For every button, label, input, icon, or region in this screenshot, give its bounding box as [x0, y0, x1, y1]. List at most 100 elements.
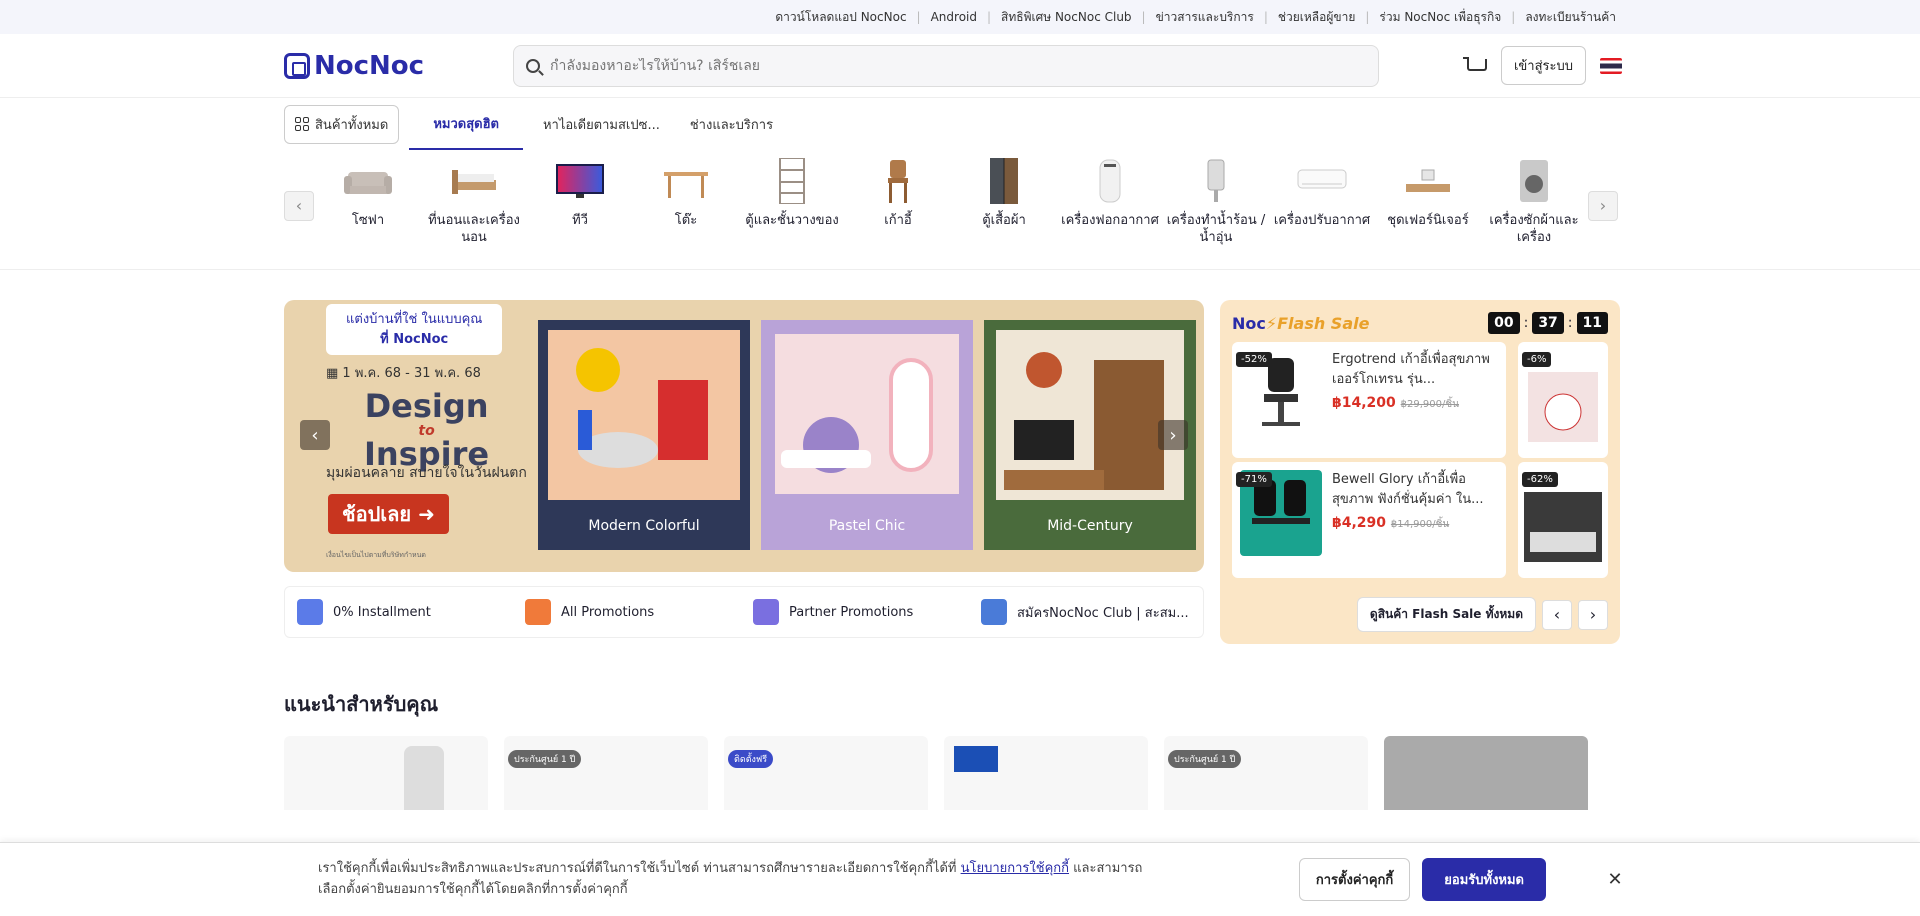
search-input[interactable]	[550, 57, 1366, 74]
banner-next-button[interactable]: ›	[1158, 420, 1188, 450]
flash-next-button[interactable]: ›	[1578, 599, 1608, 630]
promo-all-promotions[interactable]: All Promotions	[519, 593, 741, 631]
promo-partner[interactable]: Partner Promotions	[747, 593, 969, 631]
discount-badge: -71%	[1236, 472, 1272, 487]
chair-icon	[888, 159, 908, 203]
category-label: ทีวี	[572, 212, 588, 228]
flash-sale-item-mini[interactable]: -62%	[1518, 462, 1608, 578]
cookie-settings-button[interactable]: การตั้งค่าคุกกี้	[1298, 858, 1411, 901]
product-card[interactable]	[944, 736, 1148, 810]
discount-badge: -6%	[1522, 352, 1552, 367]
category-tabs: สินค้าทั้งหมด หมวดสุดฮิต หาไอเดียตามสเปซ…	[0, 98, 1920, 150]
thai-flag-icon[interactable]	[1600, 57, 1622, 74]
cookie-text: เราใช้คุกกี้เพื่อเพิ่มประสิทธิภาพและประส…	[318, 861, 1143, 897]
business-link[interactable]: ร่วม NocNoc เพื่อธุรกิจ	[1373, 6, 1507, 29]
category-wardrobe[interactable]: ตู้เสื้อผ้า	[952, 150, 1056, 262]
category-tv[interactable]: ทีวี	[528, 150, 632, 262]
category-bed[interactable]: ที่นอนและเครื่องนอน	[422, 150, 526, 262]
philips-logo	[954, 746, 998, 772]
cookie-banner: เราใช้คุกกี้เพื่อเพิ่มประสิทธิภาพและประส…	[0, 842, 1920, 916]
category-label: เครื่องฟอกอากาศ	[1061, 212, 1159, 228]
grid-icon	[295, 117, 309, 131]
wardrobe-icon	[990, 157, 1018, 204]
water-heater-icon	[1207, 159, 1225, 202]
download-app-link[interactable]: ดาวน์โหลดแอป NocNoc	[769, 6, 912, 29]
warranty-tag: ประกันศูนย์ 1 ปี	[1168, 750, 1242, 768]
flash-sale-timer: 00:37:11	[1488, 312, 1608, 334]
recommend-title: แนะนำสำหรับคุณ	[284, 692, 439, 716]
promo-installment[interactable]: 0% Installment	[291, 593, 513, 631]
shelf-icon	[779, 157, 805, 204]
nocnoc-logo[interactable]: NocNoc	[284, 51, 513, 81]
category-carousel: ‹ โซฟา ที่นอนและเครื่องนอน ทีวี โต๊ะ ตู้…	[0, 150, 1920, 270]
product-card[interactable]: ประกันศูนย์ 1 ปี	[504, 736, 708, 810]
product-card[interactable]	[1384, 736, 1588, 810]
register-shop-link[interactable]: ลงทะเบียนร้านค้า	[1519, 6, 1622, 29]
category-washing-machine[interactable]: เครื่องซักผ้าและเครื่อง	[1482, 150, 1586, 262]
club-link[interactable]: สิทธิพิเศษ NocNoc Club	[995, 6, 1138, 29]
tab-popular[interactable]: หมวดสุดฮิต	[409, 99, 523, 150]
category-furniture-set[interactable]: ชุดเฟอร์นิเจอร์	[1376, 150, 1480, 262]
flash-prev-button[interactable]: ‹	[1542, 599, 1572, 630]
washing-machine-icon	[1520, 159, 1548, 202]
category-label: โซฟา	[351, 212, 385, 228]
category-table[interactable]: โต๊ะ	[634, 150, 738, 262]
sofa-icon	[344, 171, 392, 194]
cart-icon[interactable]	[1462, 55, 1487, 77]
login-button[interactable]: เข้าสู่ระบบ	[1500, 46, 1586, 85]
category-label: เครื่องทำน้ำร้อน / น้ำอุ่น	[1166, 212, 1266, 246]
category-water-heater[interactable]: เครื่องทำน้ำร้อน / น้ำอุ่น	[1164, 150, 1268, 262]
close-icon[interactable]: ✕	[1600, 865, 1630, 895]
android-link[interactable]: Android	[925, 8, 983, 26]
search-bar[interactable]	[513, 44, 1379, 87]
panel-pastel-chic: Pastel Chic	[761, 320, 973, 550]
recommend-row: ประกันศูนย์ 1 ปี ติดตั้งฟรี ประกันศูนย์ …	[0, 720, 1920, 810]
shop-now-button[interactable]: ช้อปเลย ➜	[328, 494, 449, 534]
product-card[interactable]: ประกันศูนย์ 1 ปี	[1164, 736, 1368, 810]
air-conditioner-icon	[1297, 169, 1347, 188]
promo-club[interactable]: สมัครNocNoc Club | สะสม...	[975, 593, 1197, 631]
category-air-purifier[interactable]: เครื่องฟอกอากาศ	[1058, 150, 1162, 262]
promotions-icon	[525, 599, 551, 625]
partner-icon	[753, 599, 779, 625]
category-label: โต๊ะ	[674, 212, 698, 228]
hero-banner[interactable]: แต่งบ้านที่ใช่ ในแบบคุณ ที่ NocNoc ▦ 1 พ…	[284, 300, 1204, 572]
tab-ideas[interactable]: หาไอเดียตามสเปซ...	[533, 106, 670, 143]
category-label: ที่นอนและเครื่องนอน	[428, 212, 520, 246]
category-label: ตู้และชั้นวางของ	[745, 212, 839, 228]
arrow-right-icon: ➜	[418, 502, 435, 526]
discount-badge: -62%	[1522, 472, 1558, 487]
chair-image	[404, 746, 444, 810]
logo-mark-icon	[284, 52, 310, 79]
flash-sale-title: Noc⚡Flash Sale	[1232, 313, 1370, 333]
flash-sale-item[interactable]: -52% Ergotrend เก้าอี้เพื่อสุขภาพเออร์โก…	[1232, 342, 1506, 458]
item-name: Ergotrend เก้าอี้เพื่อสุขภาพเออร์โกเทรน …	[1332, 352, 1490, 387]
search-icon[interactable]	[526, 58, 540, 73]
tab-services[interactable]: ช่างและบริการ	[680, 106, 783, 143]
discount-badge: -52%	[1236, 352, 1272, 367]
category-air-conditioner[interactable]: เครื่องปรับอากาศ	[1270, 150, 1374, 262]
banner-dates: ▦ 1 พ.ค. 68 - 31 พ.ค. 68	[326, 366, 481, 381]
banner-prev-button[interactable]: ‹	[300, 420, 330, 450]
tab-all-products[interactable]: สินค้าทั้งหมด	[284, 104, 400, 144]
air-purifier-icon	[1099, 159, 1121, 202]
category-shelf[interactable]: ตู้และชั้นวางของ	[740, 150, 844, 262]
view-all-flash-sale-button[interactable]: ดูสินค้า Flash Sale ทั้งหมด	[1356, 597, 1536, 632]
flash-sale-item[interactable]: -71% Bewell Glory เก้าอี้เพื่อสุขภาพ ฟัง…	[1232, 462, 1506, 578]
services-link[interactable]: ข่าวสารและบริการ	[1150, 6, 1260, 29]
seller-help-link[interactable]: ช่วยเหลือผู้ขาย	[1272, 6, 1362, 29]
category-sofa[interactable]: โซฟา	[316, 150, 420, 262]
product-card[interactable]: ติดตั้งฟรี	[724, 736, 928, 810]
cookie-policy-link[interactable]: นโยบายการใช้คุกกี้	[961, 861, 1069, 876]
promo-strip: 0% Installment All Promotions Partner Pr…	[284, 586, 1204, 638]
product-card[interactable]	[284, 736, 488, 810]
item-name: Bewell Glory เก้าอี้เพื่อสุขภาพ ฟังก์ชั่…	[1332, 472, 1484, 507]
flash-sale-item-mini[interactable]: -6%	[1518, 342, 1608, 458]
category-chair[interactable]: เก้าอี้	[846, 150, 950, 262]
item-old-price: ฿14,900/ชิ้น	[1390, 519, 1450, 530]
accept-all-button[interactable]: ยอมรับทั้งหมด	[1422, 858, 1546, 901]
flash-sale-section: Noc⚡Flash Sale 00:37:11 -52% Ergotrend เ…	[1220, 300, 1620, 644]
category-prev-button[interactable]: ‹	[284, 190, 314, 221]
category-next-button[interactable]: ›	[1588, 190, 1618, 221]
banner-headline: Design to Inspire	[364, 387, 490, 474]
